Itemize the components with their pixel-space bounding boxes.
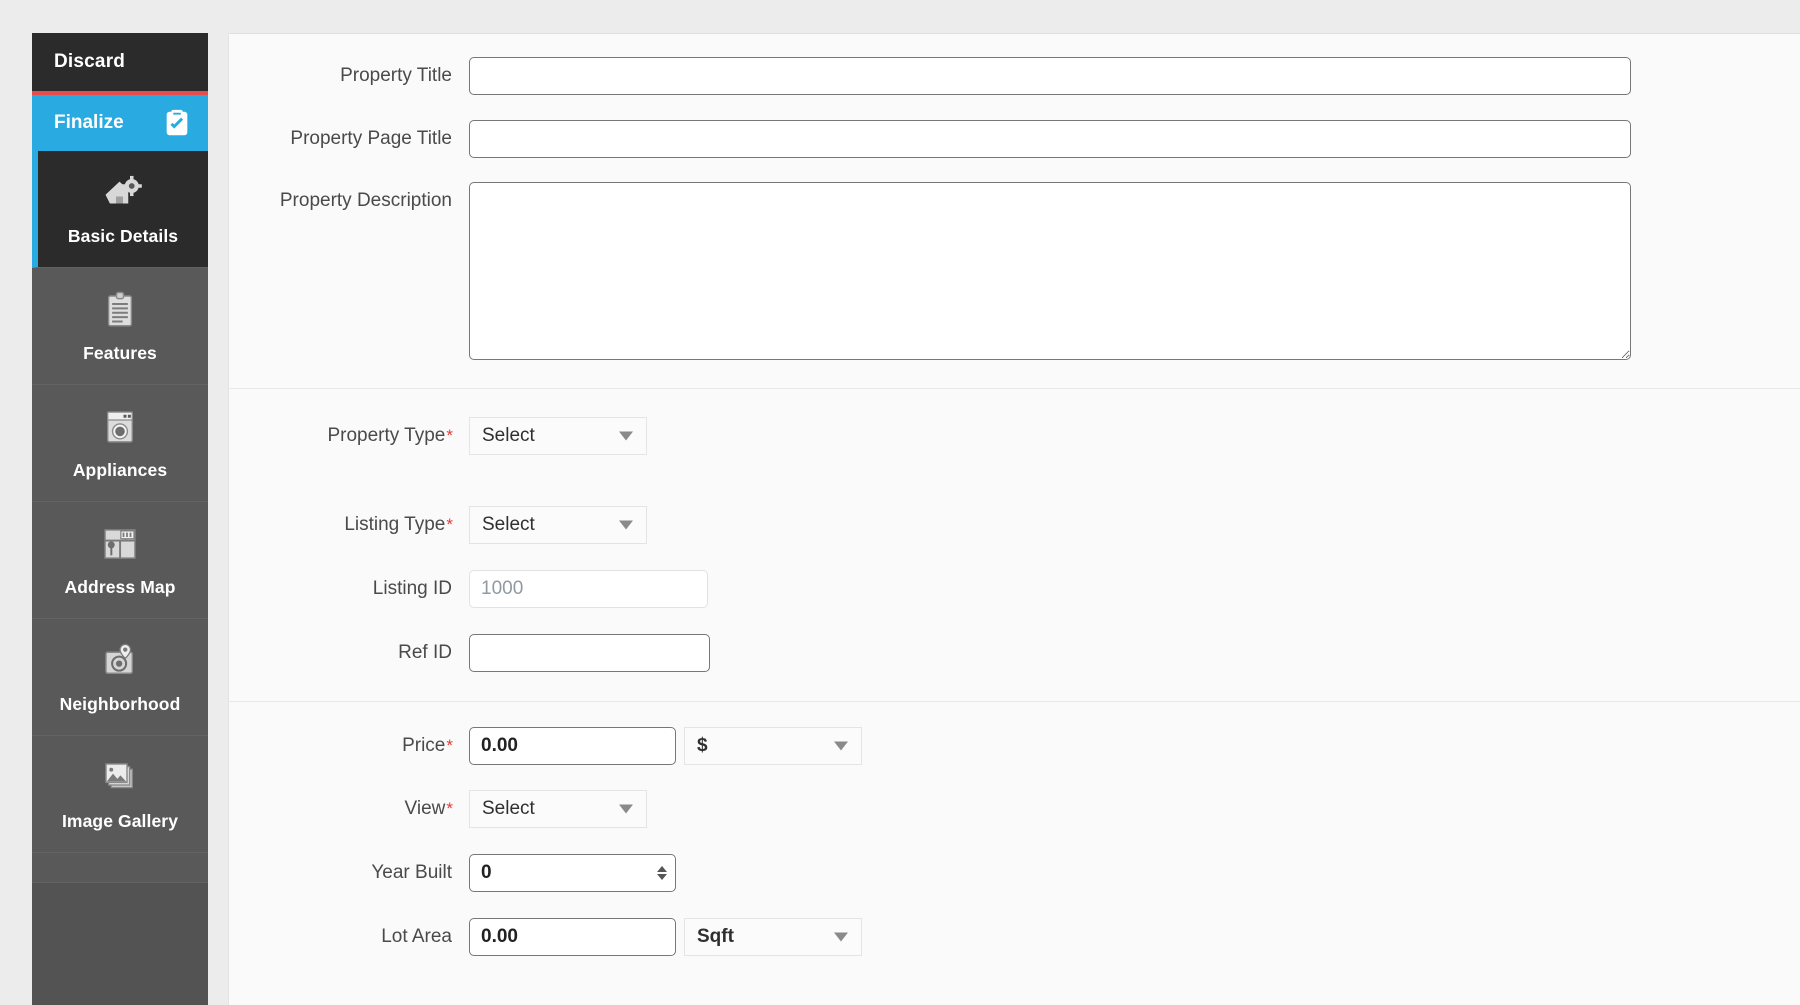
field-row-year-built: Year Built — [229, 828, 1800, 892]
label-listing-type: Listing Type* — [229, 514, 469, 537]
sidebar-item-next[interactable] — [32, 853, 208, 883]
label-text: View — [405, 798, 446, 819]
sidebar-item-label: Neighborhood — [60, 694, 181, 715]
map-target-pin-icon — [99, 640, 141, 682]
number-spinner-icon[interactable] — [657, 866, 667, 880]
field-row-listing-id: Listing ID — [229, 544, 1800, 608]
washing-machine-icon — [99, 406, 141, 448]
chevron-down-icon — [834, 933, 848, 942]
field-row-property-title: Property Title — [229, 34, 1800, 95]
required-asterisk: * — [446, 515, 453, 534]
price-currency-select[interactable]: $ — [684, 727, 862, 765]
required-asterisk: * — [446, 736, 453, 755]
year-built-input[interactable] — [469, 854, 676, 892]
label-listing-id: Listing ID — [229, 578, 469, 601]
label-price: Price* — [229, 735, 469, 758]
field-row-property-page-title: Property Page Title — [229, 95, 1800, 158]
label-year-built: Year Built — [229, 862, 469, 885]
sidebar-item-label: Address Map — [65, 577, 176, 598]
discard-button[interactable]: Discard — [32, 33, 208, 95]
house-gear-icon — [102, 172, 144, 214]
property-type-value: Select — [482, 425, 535, 447]
form-section-titles: Property Title Property Page Title Prope… — [229, 34, 1800, 388]
form-section-pricing: Price* $ View* Select — [229, 701, 1800, 986]
property-description-textarea[interactable] — [469, 182, 1631, 360]
form-panel: Property Title Property Page Title Prope… — [228, 33, 1800, 1005]
property-title-input[interactable] — [469, 57, 1631, 95]
field-row-property-type: Property Type* Select — [229, 389, 1800, 455]
map-pin-grid-icon — [99, 523, 141, 565]
required-asterisk: * — [446, 799, 453, 818]
label-property-page-title: Property Page Title — [229, 128, 469, 151]
photos-stack-icon — [99, 757, 141, 799]
field-row-price: Price* $ — [229, 702, 1800, 765]
label-text: Listing Type — [344, 514, 445, 535]
property-type-select[interactable]: Select — [469, 417, 647, 455]
label-view: View* — [229, 798, 469, 821]
lot-area-unit-value: Sqft — [697, 926, 734, 948]
chevron-down-icon — [619, 432, 633, 441]
label-ref-id: Ref ID — [229, 642, 469, 665]
view-value: Select — [482, 798, 535, 820]
ref-id-input[interactable] — [469, 634, 710, 672]
label-text: Property Type — [327, 425, 445, 446]
field-row-listing-type: Listing Type* Select — [229, 455, 1800, 544]
label-property-description: Property Description — [229, 182, 469, 213]
label-property-type: Property Type* — [229, 425, 469, 448]
chevron-down-icon — [834, 742, 848, 751]
label-text: Price — [402, 735, 445, 756]
price-currency-value: $ — [697, 735, 708, 757]
price-input[interactable] — [469, 727, 676, 765]
label-property-title: Property Title — [229, 65, 469, 88]
label-lot-area: Lot Area — [229, 926, 469, 949]
required-asterisk: * — [446, 426, 453, 445]
sidebar-item-label: Basic Details — [68, 226, 178, 247]
lot-area-unit-select[interactable]: Sqft — [684, 918, 862, 956]
field-row-property-description: Property Description — [229, 158, 1800, 388]
sidebar-item-label: Features — [83, 343, 157, 364]
lot-area-input[interactable] — [469, 918, 676, 956]
sidebar-item-features[interactable]: Features — [32, 268, 208, 385]
sidebar-item-basic-details[interactable]: Basic Details — [32, 151, 208, 268]
field-row-ref-id: Ref ID — [229, 608, 1800, 701]
view-select[interactable]: Select — [469, 790, 647, 828]
finalize-label: Finalize — [54, 112, 124, 134]
sidebar: Discard Finalize — [32, 33, 208, 1005]
app-root: Discard Finalize — [0, 0, 1800, 1005]
chevron-down-icon — [619, 805, 633, 814]
discard-label: Discard — [54, 51, 125, 73]
clipboard-check-icon — [162, 108, 192, 138]
sidebar-item-neighborhood[interactable]: Neighborhood — [32, 619, 208, 736]
sidebar-item-address-map[interactable]: Address Map — [32, 502, 208, 619]
listing-type-select[interactable]: Select — [469, 506, 647, 544]
year-built-stepper[interactable] — [469, 854, 676, 892]
property-page-title-input[interactable] — [469, 120, 1631, 158]
listing-id-input[interactable] — [469, 570, 708, 608]
sidebar-item-label: Appliances — [73, 460, 167, 481]
sidebar-item-label: Image Gallery — [62, 811, 178, 832]
sidebar-item-appliances[interactable]: Appliances — [32, 385, 208, 502]
finalize-button[interactable]: Finalize — [32, 95, 208, 151]
form-section-classification: Property Type* Select Listing Type* Sele… — [229, 388, 1800, 701]
listing-type-value: Select — [482, 514, 535, 536]
chevron-down-icon — [619, 521, 633, 530]
clipboard-list-icon — [99, 289, 141, 331]
sidebar-item-image-gallery[interactable]: Image Gallery — [32, 736, 208, 853]
field-row-view: View* Select — [229, 765, 1800, 828]
field-row-lot-area: Lot Area Sqft — [229, 892, 1800, 986]
